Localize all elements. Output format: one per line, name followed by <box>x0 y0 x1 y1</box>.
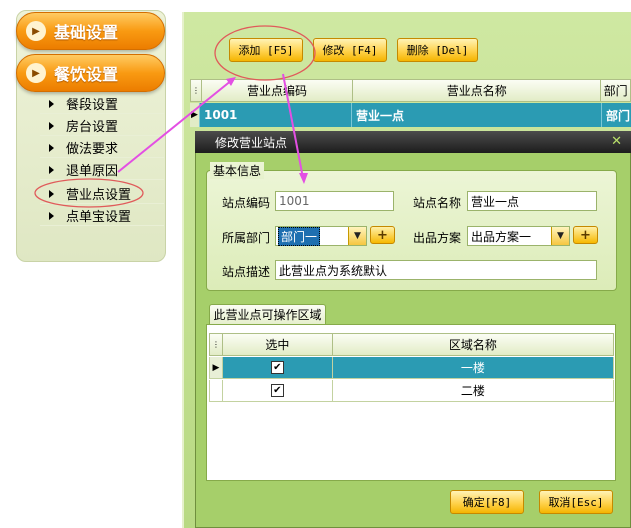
highlight-ellipse-add <box>214 25 316 81</box>
arrow-head-icon <box>299 173 308 184</box>
annotation-arrow-2 <box>282 73 304 179</box>
highlight-ellipse-nav <box>34 178 144 208</box>
annotation-arrow-1 <box>117 79 233 173</box>
annotation-overlay <box>34 25 316 208</box>
